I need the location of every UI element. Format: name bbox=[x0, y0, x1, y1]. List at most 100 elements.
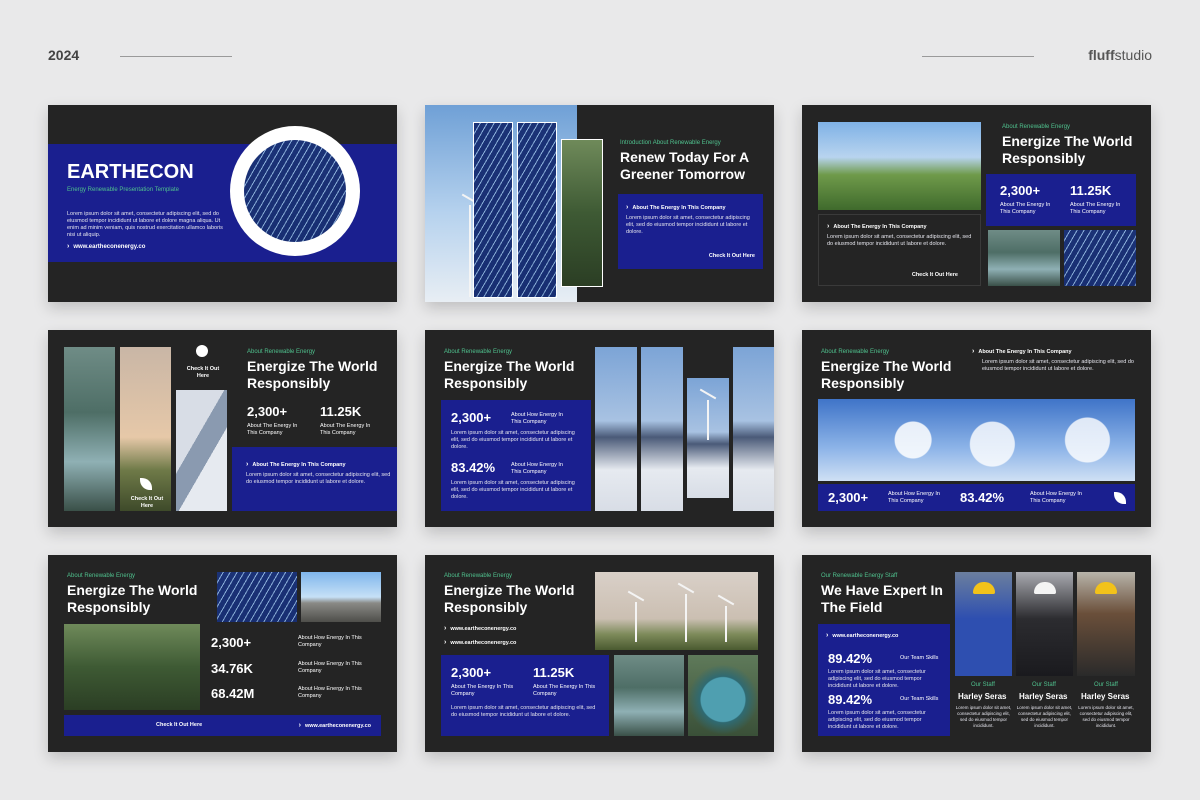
stats-box: 2,300+ About The Energy In This Company … bbox=[441, 655, 609, 736]
wind-farm-image bbox=[595, 572, 758, 650]
solar-field-image bbox=[818, 122, 981, 210]
stat-label-2: About How Energy In This Company bbox=[298, 661, 362, 674]
slide-thumbnail-4[interactable]: Check It Out Here Check It Out Here Abou… bbox=[48, 330, 397, 527]
panel-image bbox=[1064, 230, 1136, 286]
stat-label-1: About The Energy In This Company bbox=[1000, 202, 1051, 215]
hero-circle bbox=[230, 126, 360, 256]
staff-name-2: Harley Seras bbox=[1019, 692, 1068, 701]
box-body: Lorem ipsum dolor sit amet, consectetur … bbox=[246, 472, 391, 485]
stat-label-2: About The Energy In This Company bbox=[320, 423, 371, 436]
strip-image-1 bbox=[473, 122, 513, 298]
staff-photo-1 bbox=[955, 572, 1012, 676]
check-link[interactable]: Check It Out Here bbox=[709, 253, 755, 259]
leaf-icon bbox=[1114, 492, 1126, 504]
check-link[interactable]: Check It Out Here bbox=[912, 272, 958, 278]
check-label-bottom[interactable]: Check It Out Here bbox=[128, 496, 166, 510]
strip-image-1 bbox=[595, 347, 637, 511]
box-heading: › About The Energy In This Company bbox=[972, 348, 1072, 355]
slide-eyebrow: About Renewable Energy bbox=[1002, 124, 1071, 130]
panel-image bbox=[217, 572, 297, 622]
slide-thumbnail-9[interactable]: Our Renewable Energy Staff We Have Exper… bbox=[802, 555, 1151, 752]
website-link[interactable]: › www.eartheconenergy.co bbox=[299, 722, 371, 729]
slide-heading: Energize The World Responsibly bbox=[247, 358, 378, 391]
slide-heading: Energize The World Responsibly bbox=[821, 358, 952, 391]
text-card: › About The Energy In This Company Lorem … bbox=[818, 214, 981, 286]
strip-image-3 bbox=[561, 139, 603, 287]
stat-value-2: 11.25K bbox=[320, 404, 362, 419]
slide-heading: Energize The World Responsibly bbox=[444, 358, 575, 391]
stat-label-2: About How Energy In This Company bbox=[511, 462, 563, 475]
slide-thumbnail-2[interactable]: Introduction About Renewable Energy Rene… bbox=[425, 105, 774, 302]
skill-label-1: Our Team Skills bbox=[900, 655, 939, 661]
stat-value-2: 11.25K bbox=[533, 665, 575, 680]
worker-icon bbox=[196, 345, 208, 357]
slide-thumbnail-7[interactable]: About Renewable Energy Energize The Worl… bbox=[48, 555, 397, 752]
slide-body: Lorem ipsum dolor sit amet, consectetur … bbox=[982, 359, 1134, 372]
info-box: › About The Energy In This Company Lorem … bbox=[618, 194, 763, 269]
skills-box: › www.eartheconenergy.co 89.42% Our Team … bbox=[818, 624, 950, 736]
card-heading: › About The Energy In This Company bbox=[827, 223, 927, 230]
stat-label-2: About The Energy In This Company bbox=[1070, 202, 1121, 215]
stat-value-2: 83.42% bbox=[960, 490, 1005, 505]
slide-subtitle: Energy Renewable Presentation Template bbox=[67, 187, 179, 193]
road-image bbox=[301, 572, 381, 622]
strip-image-3 bbox=[687, 378, 729, 498]
website-link[interactable]: › www.eartheconenergy.co bbox=[67, 243, 145, 250]
light-bulbs-image bbox=[818, 399, 1135, 481]
slide-heading: Energize The World Responsibly bbox=[1002, 133, 1133, 166]
stat-value-2: 11.25K bbox=[1070, 183, 1112, 198]
stat-label-2: About The Energy In This Company bbox=[533, 684, 596, 697]
stat-label-1: About The Energy In This Company bbox=[451, 684, 514, 697]
check-label-top[interactable]: Check It Out Here bbox=[184, 366, 222, 380]
website-link[interactable]: › www.eartheconenergy.co bbox=[826, 632, 898, 639]
stat-label-3: About How Energy In This Company bbox=[298, 686, 362, 699]
slide-title: EARTHECON bbox=[67, 161, 194, 183]
stat-value-1: 2,300+ bbox=[211, 635, 252, 650]
info-box: › About The Energy In This Company Lorem … bbox=[232, 447, 397, 511]
staff-name-1: Harley Seras bbox=[958, 692, 1007, 701]
stat-value-3: 68.42M bbox=[211, 686, 255, 701]
strip-image-4 bbox=[733, 347, 774, 511]
website-link-1[interactable]: › www.eartheconenergy.co bbox=[444, 625, 516, 632]
stat-desc-2: Lorem ipsum dolor sit amet, consectetur … bbox=[451, 480, 575, 500]
slide-body: Lorem ipsum dolor sit amet, consectetur … bbox=[67, 211, 223, 238]
stat-label-1: About How Energy In This Company bbox=[511, 412, 563, 425]
website-link-2[interactable]: › www.eartheconenergy.co bbox=[444, 639, 516, 646]
brand-logo: fluffstudio bbox=[1088, 47, 1152, 63]
staff-desc-3: Lorem ipsum dolor sit amet, consectetur … bbox=[1078, 705, 1134, 728]
slide-eyebrow: About Renewable Energy bbox=[444, 349, 513, 355]
slide-thumbnail-8[interactable]: About Renewable Energy Energize The Worl… bbox=[425, 555, 774, 752]
solar-panel-image bbox=[244, 140, 346, 242]
stat-value-1: 2,300+ bbox=[828, 490, 869, 505]
staff-desc-1: Lorem ipsum dolor sit amet, consectetur … bbox=[955, 705, 1012, 728]
slide-heading: Energize The World Responsibly bbox=[444, 582, 575, 615]
box-heading: › About The Energy In This Company bbox=[626, 204, 726, 211]
stat-value-2: 83.42% bbox=[451, 460, 496, 475]
card-body: Lorem ipsum dolor sit amet, consectetur … bbox=[827, 234, 972, 247]
slide-thumbnail-3[interactable]: About Renewable Energy Energize The Worl… bbox=[802, 105, 1151, 302]
stat-value-1: 2,300+ bbox=[247, 404, 288, 419]
divider-right bbox=[922, 56, 1034, 57]
stat-value-1: 2,300+ bbox=[451, 665, 492, 680]
box-body: Lorem ipsum dolor sit amet, consectetur … bbox=[626, 215, 750, 235]
staff-name-3: Harley Seras bbox=[1081, 692, 1130, 701]
stats-bar: 2,300+ About How Energy In This Company … bbox=[818, 484, 1135, 511]
stat-desc-1: Lorem ipsum dolor sit amet, consectetur … bbox=[451, 430, 575, 450]
slide-eyebrow: Our Renewable Energy Staff bbox=[821, 573, 898, 579]
stat-label-1: About How Energy In This Company bbox=[888, 491, 940, 504]
staff-photo-3 bbox=[1077, 572, 1135, 676]
slide-thumbnail-6[interactable]: About Renewable Energy Energize The Worl… bbox=[802, 330, 1151, 527]
slide-thumbnail-1[interactable]: EARTHECON Energy Renewable Presentation … bbox=[48, 105, 397, 302]
slide-eyebrow: About Renewable Energy bbox=[67, 573, 136, 579]
slide-thumbnail-5[interactable]: About Renewable Energy Energize The Worl… bbox=[425, 330, 774, 527]
dam-image bbox=[988, 230, 1060, 286]
staff-role-3: Our Staff bbox=[1094, 682, 1118, 688]
stat-label-1: About The Energy In This Company bbox=[247, 423, 298, 436]
box-heading: › About The Energy In This Company bbox=[246, 461, 346, 468]
skill-desc-2: Lorem ipsum dolor sit amet, consectetur … bbox=[828, 710, 926, 730]
slide-eyebrow: Introduction About Renewable Energy bbox=[620, 140, 721, 146]
staff-photo-2 bbox=[1016, 572, 1073, 676]
dam-image bbox=[614, 655, 684, 736]
slide-heading: Renew Today For A Greener Tomorrow bbox=[620, 149, 749, 182]
check-link[interactable]: Check It Out Here bbox=[156, 722, 202, 728]
